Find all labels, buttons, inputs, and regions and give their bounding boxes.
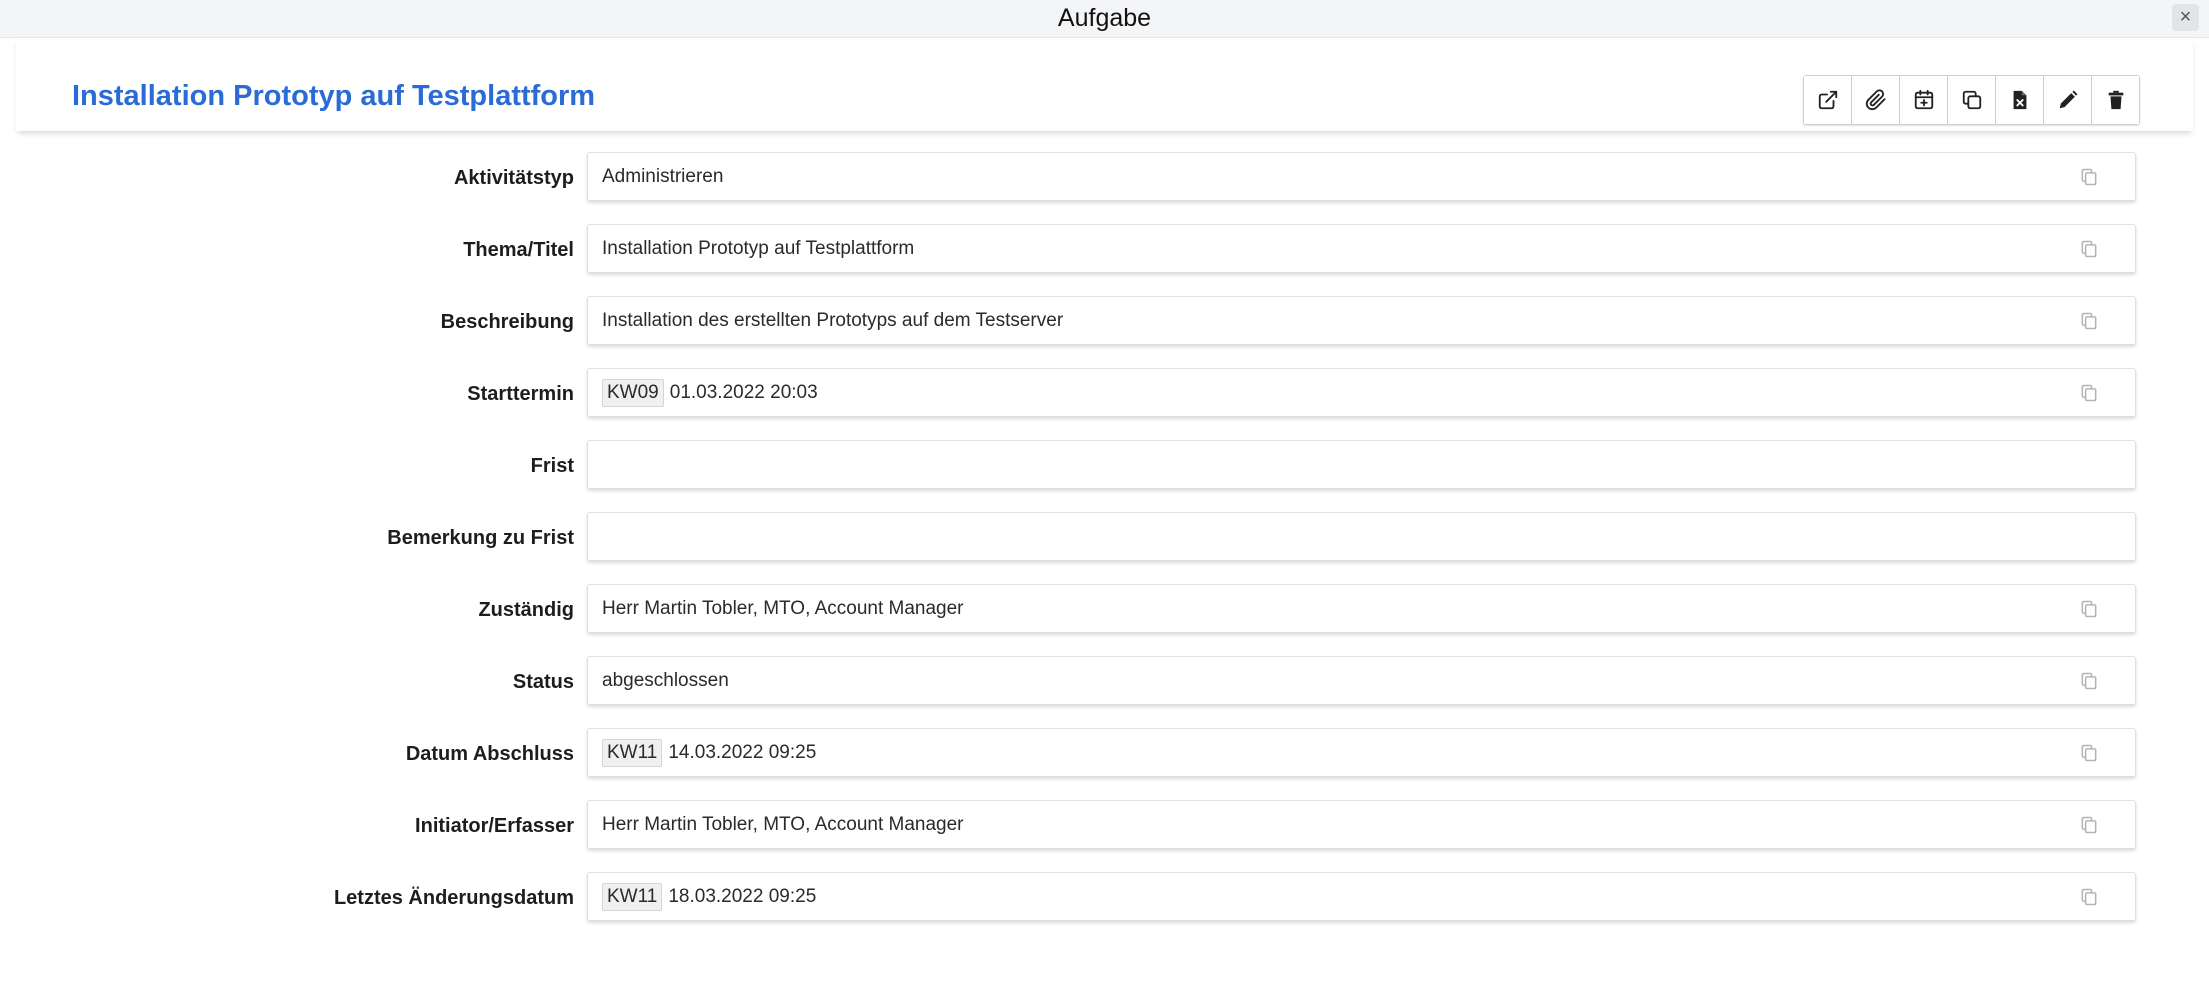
- calendar-week-badge: KW11: [602, 882, 663, 911]
- zustaendig-field[interactable]: Herr Martin Tobler, MTO, Account Manager: [587, 584, 2136, 633]
- edit-button[interactable]: [2044, 76, 2092, 124]
- field-value: Installation Prototyp auf Testplattform: [602, 237, 915, 259]
- field-value: Administrieren: [602, 165, 724, 187]
- field-row-thema: Thema/Titel Installation Prototyp auf Te…: [0, 224, 2209, 296]
- field-value: Herr Martin Tobler, MTO, Account Manager: [602, 813, 964, 835]
- status-field[interactable]: abgeschlossen: [587, 656, 2136, 705]
- calendar-plus-icon: [1914, 89, 1933, 110]
- field-value: 01.03.2022 20:03: [669, 381, 818, 403]
- trash-icon: [2108, 90, 2123, 110]
- field-label: Frist: [530, 455, 574, 477]
- beschreibung-field[interactable]: Installation des erstellten Prototyps au…: [587, 296, 2136, 345]
- copy-to-clipboard-icon[interactable]: [2079, 671, 2099, 691]
- field-row-beschreibung: Beschreibung Installation des erstellten…: [0, 296, 2209, 368]
- calendar-week-badge: KW09: [602, 378, 664, 407]
- pencil-icon: [2059, 90, 2077, 109]
- starttermin-field[interactable]: KW09 01.03.2022 20:03: [587, 368, 2136, 417]
- copy-to-clipboard-icon[interactable]: [2079, 311, 2099, 331]
- close-icon: ×: [2179, 6, 2192, 28]
- page-title: Installation Prototyp auf Testplattform: [72, 80, 596, 112]
- thema-field[interactable]: Installation Prototyp auf Testplattform: [587, 224, 2136, 273]
- frist-field[interactable]: [587, 440, 2136, 489]
- copy-to-clipboard-icon[interactable]: [2079, 815, 2099, 835]
- field-row-aktivitaetstyp: Aktivitätstyp Administrieren: [0, 152, 2209, 224]
- external-link-icon: [1818, 90, 1837, 110]
- copy-to-clipboard-icon[interactable]: [2079, 887, 2099, 907]
- task-header: Installation Prototyp auf Testplattform: [16, 38, 2193, 131]
- copy-icon: [1962, 90, 1981, 110]
- paperclip-icon: [1865, 89, 1886, 111]
- copy-to-clipboard-icon[interactable]: [2079, 383, 2099, 403]
- file-pdf-icon: [2013, 90, 2026, 110]
- field-label: Status: [512, 671, 574, 693]
- field-row-initiator: Initiator/Erfasser Herr Martin Tobler, M…: [0, 800, 2209, 872]
- field-value: 14.03.2022 09:25: [668, 741, 817, 763]
- open-external-button[interactable]: [1804, 76, 1852, 124]
- aenderung-field[interactable]: KW11 18.03.2022 09:25: [587, 872, 2136, 921]
- copy-to-clipboard-icon[interactable]: [2079, 743, 2099, 763]
- abschluss-field[interactable]: KW11 14.03.2022 09:25: [587, 728, 2136, 777]
- field-label: Aktivitätstyp: [453, 167, 574, 189]
- field-row-abschluss: Datum Abschluss KW11 14.03.2022 09:25: [0, 728, 2209, 800]
- field-value: Herr Martin Tobler, MTO, Account Manager: [602, 597, 964, 619]
- copy-button[interactable]: [1948, 76, 1996, 124]
- close-button[interactable]: ×: [2172, 4, 2199, 31]
- field-label: Datum Abschluss: [405, 743, 574, 765]
- field-value: 18.03.2022 09:25: [668, 885, 817, 907]
- field-row-bemerkung: Bemerkung zu Frist: [0, 512, 2209, 584]
- field-row-status: Status abgeschlossen: [0, 656, 2209, 728]
- add-appointment-button[interactable]: [1900, 76, 1948, 124]
- field-label: Initiator/Erfasser: [415, 815, 574, 837]
- delete-button[interactable]: [2092, 76, 2139, 124]
- initiator-field[interactable]: Herr Martin Tobler, MTO, Account Manager: [587, 800, 2136, 849]
- field-row-starttermin: Starttermin KW09 01.03.2022 20:03: [0, 368, 2209, 440]
- field-value: Installation des erstellten Prototyps au…: [602, 309, 1064, 331]
- field-row-frist: Frist: [0, 440, 2209, 512]
- field-value: abgeschlossen: [602, 669, 729, 691]
- field-label: Starttermin: [467, 383, 574, 405]
- field-label: Beschreibung: [440, 311, 574, 333]
- export-pdf-button[interactable]: [1996, 76, 2044, 124]
- copy-to-clipboard-icon[interactable]: [2079, 239, 2099, 259]
- aktivitaetstyp-field[interactable]: Administrieren: [587, 152, 2136, 201]
- copy-to-clipboard-icon[interactable]: [2079, 167, 2099, 187]
- field-row-aenderung: Letztes Änderungsdatum KW11 18.03.2022 0…: [0, 872, 2209, 944]
- task-detail-form: Aktivitätstyp Administrieren Thema/Titel…: [0, 152, 2209, 944]
- attachment-button[interactable]: [1852, 76, 1900, 124]
- bemerkung-field[interactable]: [587, 512, 2136, 561]
- window-title: Aufgabe: [1057, 4, 1152, 32]
- window-titlebar: Aufgabe ×: [0, 0, 2209, 38]
- calendar-week-badge: KW11: [602, 738, 663, 767]
- field-label: Letztes Änderungsdatum: [333, 887, 574, 909]
- field-label: Thema/Titel: [463, 239, 574, 261]
- field-row-zustaendig: Zuständig Herr Martin Tobler, MTO, Accou…: [0, 584, 2209, 656]
- field-label: Bemerkung zu Frist: [387, 527, 574, 549]
- copy-to-clipboard-icon[interactable]: [2079, 599, 2099, 619]
- action-toolbar: [1803, 75, 2140, 125]
- field-label: Zuständig: [478, 599, 574, 621]
